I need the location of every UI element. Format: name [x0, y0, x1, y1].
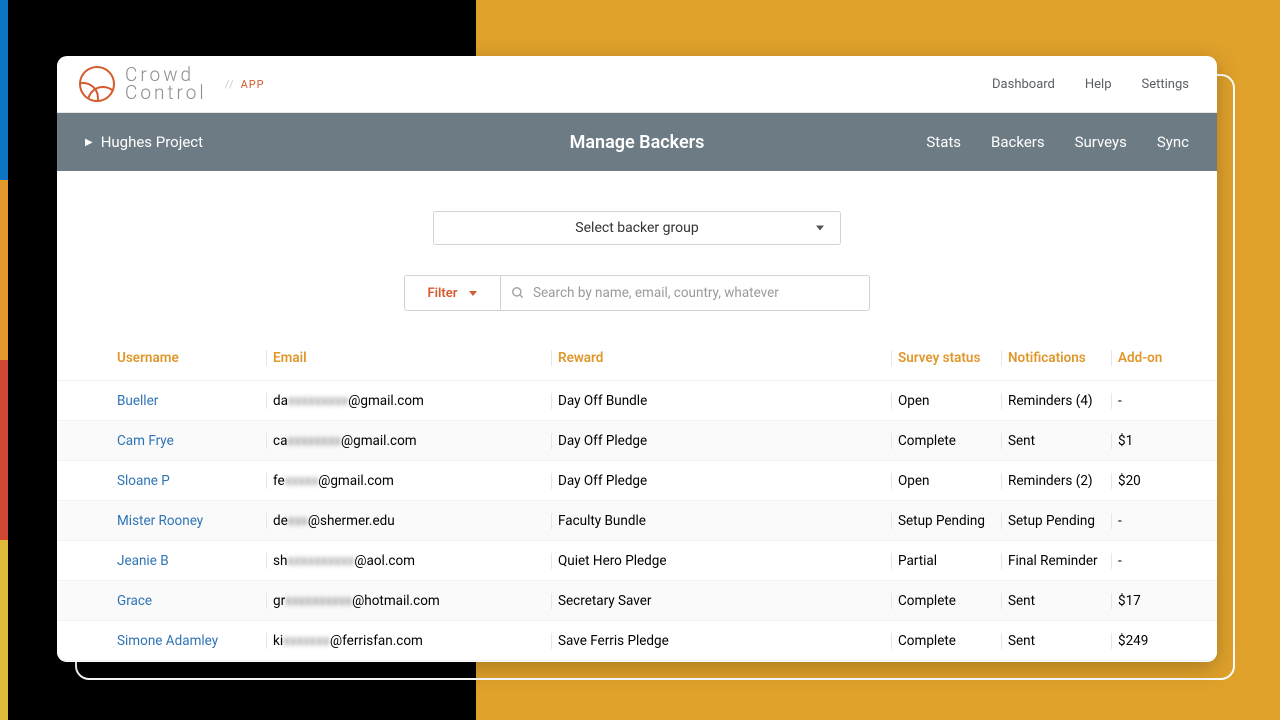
- nav-help[interactable]: Help: [1085, 77, 1112, 92]
- table-row: Buellerdaxxxxxxxxx@gmail.comDay Off Bund…: [57, 381, 1217, 421]
- cell-survey: Open: [891, 473, 1001, 489]
- col-addon[interactable]: Add-on: [1111, 350, 1189, 366]
- content: Select backer group Filter Username Emai…: [57, 171, 1217, 661]
- cell-email: caxxxxxxxx@gmail.com: [266, 433, 551, 449]
- cell-username[interactable]: Grace: [111, 593, 266, 609]
- cell-reward: Day Off Pledge: [551, 433, 891, 449]
- cell-addon: $20: [1111, 473, 1189, 489]
- search-icon: [511, 286, 525, 300]
- brand-sep: //: [225, 78, 235, 91]
- cell-survey: Complete: [891, 593, 1001, 609]
- page-title: Manage Backers: [570, 132, 705, 153]
- nav-settings[interactable]: Settings: [1142, 77, 1189, 92]
- col-notif[interactable]: Notifications: [1001, 350, 1111, 366]
- cell-reward: Day Off Bundle: [551, 393, 891, 409]
- table-header: Username Email Reward Survey status Noti…: [57, 335, 1217, 381]
- table-row: Jeanie Bshxxxxxxxxxx@aol.comQuiet Hero P…: [57, 541, 1217, 581]
- backer-group-label: Select backer group: [575, 220, 698, 236]
- cell-survey: Open: [891, 393, 1001, 409]
- cell-addon: $249: [1111, 633, 1189, 649]
- cell-notif: Sent: [1001, 633, 1111, 649]
- cell-email: grxxxxxxxxxx@hotmail.com: [266, 593, 551, 609]
- project-name: Hughes Project: [101, 133, 203, 151]
- cell-notif: Reminders (4): [1001, 393, 1111, 409]
- cell-username[interactable]: Cam Frye: [111, 433, 266, 449]
- tab-stats[interactable]: Stats: [926, 133, 961, 151]
- top-nav: Dashboard Help Settings: [992, 77, 1189, 92]
- cell-notif: Final Reminder: [1001, 553, 1111, 569]
- col-email[interactable]: Email: [266, 350, 551, 366]
- filter-row: Filter: [404, 275, 870, 311]
- search-input[interactable]: [533, 285, 859, 301]
- project-selector[interactable]: ▶ Hughes Project: [85, 133, 203, 151]
- table-row: Mister Rooneydexxx@shermer.eduFaculty Bu…: [57, 501, 1217, 541]
- cell-email: shxxxxxxxxxx@aol.com: [266, 553, 551, 569]
- chevron-down-icon: [816, 226, 824, 231]
- table-row: Gracegrxxxxxxxxxx@hotmail.comSecretary S…: [57, 581, 1217, 621]
- col-username[interactable]: Username: [111, 350, 266, 366]
- app-window: Crowd Control // APP Dashboard Help Setti…: [57, 56, 1217, 662]
- search-wrap: [501, 276, 869, 310]
- cell-username[interactable]: Jeanie B: [111, 553, 266, 569]
- cell-addon: -: [1111, 553, 1189, 569]
- brand-line2: Control: [125, 84, 207, 102]
- table-row: Cam Fryecaxxxxxxxx@gmail.comDay Off Pled…: [57, 421, 1217, 461]
- backer-group-select[interactable]: Select backer group: [433, 211, 841, 245]
- cell-reward: Day Off Pledge: [551, 473, 891, 489]
- cell-survey: Setup Pending: [891, 513, 1001, 529]
- cell-username[interactable]: Bueller: [111, 393, 266, 409]
- filter-label: Filter: [428, 286, 458, 301]
- brand-logo-icon: [79, 66, 115, 102]
- filter-button[interactable]: Filter: [405, 276, 501, 310]
- cell-reward: Secretary Saver: [551, 593, 891, 609]
- cell-survey: Complete: [891, 433, 1001, 449]
- cell-username[interactable]: Simone Adamley: [111, 633, 266, 649]
- table-row: Sloane Pfexxxxx@gmail.comDay Off PledgeO…: [57, 461, 1217, 501]
- chevron-down-icon: [469, 291, 477, 296]
- tab-sync[interactable]: Sync: [1157, 133, 1189, 151]
- table-body: Buellerdaxxxxxxxxx@gmail.comDay Off Bund…: [57, 381, 1217, 661]
- cell-survey: Partial: [891, 553, 1001, 569]
- chevron-right-icon: ▶: [85, 137, 93, 148]
- cell-username[interactable]: Sloane P: [111, 473, 266, 489]
- cell-reward: Faculty Bundle: [551, 513, 891, 529]
- cell-reward: Save Ferris Pledge: [551, 633, 891, 649]
- brand-text: Crowd Control: [125, 66, 207, 102]
- sub-bar: ▶ Hughes Project Manage Backers Stats Ba…: [57, 113, 1217, 171]
- sub-nav: Stats Backers Surveys Sync: [926, 133, 1189, 151]
- cell-notif: Setup Pending: [1001, 513, 1111, 529]
- top-bar: Crowd Control // APP Dashboard Help Setti…: [57, 56, 1217, 113]
- cell-addon: $1: [1111, 433, 1189, 449]
- cell-notif: Sent: [1001, 433, 1111, 449]
- backers-table: Username Email Reward Survey status Noti…: [57, 335, 1217, 661]
- brand: Crowd Control // APP: [79, 66, 265, 102]
- cell-email: dexxx@shermer.edu: [266, 513, 551, 529]
- table-row: Simone Adamleykixxxxxxx@ferrisfan.comSav…: [57, 621, 1217, 661]
- col-survey[interactable]: Survey status: [891, 350, 1001, 366]
- cell-survey: Complete: [891, 633, 1001, 649]
- cell-notif: Sent: [1001, 593, 1111, 609]
- cell-reward: Quiet Hero Pledge: [551, 553, 891, 569]
- cell-addon: -: [1111, 393, 1189, 409]
- cell-addon: $17: [1111, 593, 1189, 609]
- cell-notif: Reminders (2): [1001, 473, 1111, 489]
- tab-surveys[interactable]: Surveys: [1075, 133, 1127, 151]
- nav-dashboard[interactable]: Dashboard: [992, 77, 1055, 92]
- col-reward[interactable]: Reward: [551, 350, 891, 366]
- brand-sub: // APP: [225, 78, 265, 91]
- cell-addon: -: [1111, 513, 1189, 529]
- cell-username[interactable]: Mister Rooney: [111, 513, 266, 529]
- tab-backers[interactable]: Backers: [991, 133, 1045, 151]
- cell-email: fexxxxx@gmail.com: [266, 473, 551, 489]
- brand-app: APP: [241, 78, 265, 91]
- cell-email: daxxxxxxxxx@gmail.com: [266, 393, 551, 409]
- color-strip: [0, 0, 8, 720]
- cell-email: kixxxxxxx@ferrisfan.com: [266, 633, 551, 649]
